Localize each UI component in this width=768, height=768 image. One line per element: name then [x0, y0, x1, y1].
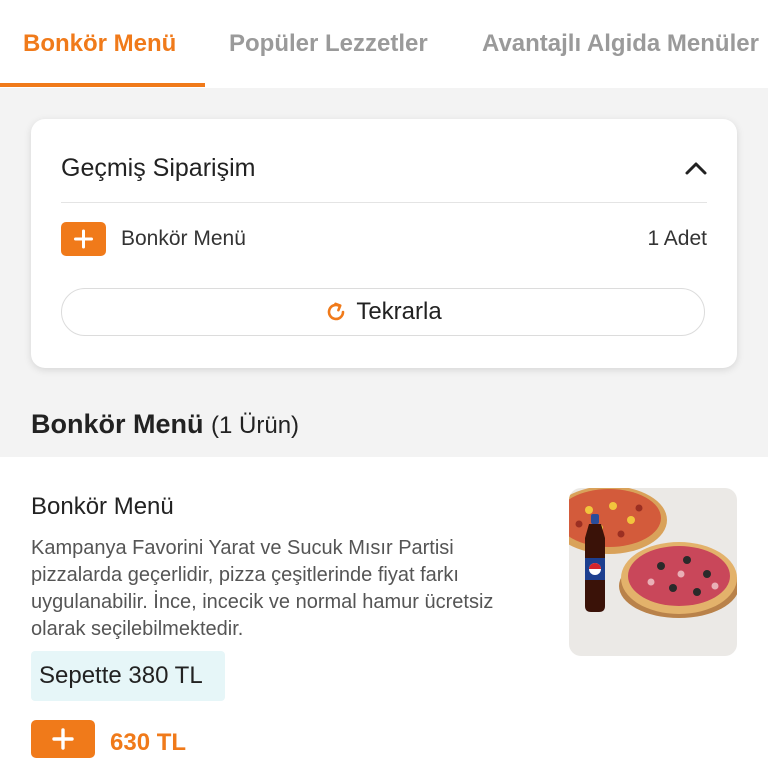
- history-item-name: Bonkör Menü: [121, 227, 246, 250]
- repeat-order-label: Tekrarla: [356, 298, 442, 325]
- section-title: Bonkör Menü: [31, 409, 204, 439]
- order-history-title: Geçmiş Siparişim: [61, 154, 256, 182]
- order-history-card: Geçmiş Siparişim Bonkör Menü 1 Adet Tekr…: [31, 119, 737, 368]
- section-item-count: (1 Ürün): [211, 412, 300, 439]
- tab-avantajli-algida-menuler[interactable]: Avantajlı Algida Menüler: [482, 28, 759, 60]
- pizza-menu-photo: [569, 488, 737, 618]
- tab-bonkor-menu[interactable]: Bonkör Menü: [23, 28, 176, 60]
- active-tab-indicator: [0, 83, 205, 87]
- product-description: Kampanya Favorini Yarat ve Sucuk Mısır P…: [31, 537, 494, 640]
- cart-price-badge: Sepette 380 TL: [31, 651, 225, 701]
- plus-icon: [74, 229, 93, 249]
- tab-populer-lezzetler[interactable]: Popüler Lezzetler: [229, 28, 428, 60]
- divider: [61, 202, 707, 203]
- add-to-cart-button[interactable]: [31, 720, 95, 758]
- product-image[interactable]: [569, 488, 737, 656]
- product-price: 630 TL: [110, 729, 187, 756]
- chevron-up-icon[interactable]: [683, 155, 709, 181]
- add-history-item-button[interactable]: [61, 222, 106, 256]
- category-tab-bar: Bonkör Menü Popüler Lezzetler Avantajlı …: [0, 0, 768, 88]
- product-card[interactable]: Bonkör Menü Kampanya Favorini Yarat ve S…: [0, 457, 768, 768]
- section-header: Bonkör Menü (1 Ürün): [31, 407, 299, 443]
- refresh-icon: [328, 302, 345, 321]
- repeat-order-button[interactable]: Tekrarla: [61, 288, 705, 336]
- history-item-quantity: 1 Adet: [647, 227, 707, 250]
- product-name: Bonkör Menü: [31, 493, 174, 520]
- plus-icon: [52, 728, 74, 750]
